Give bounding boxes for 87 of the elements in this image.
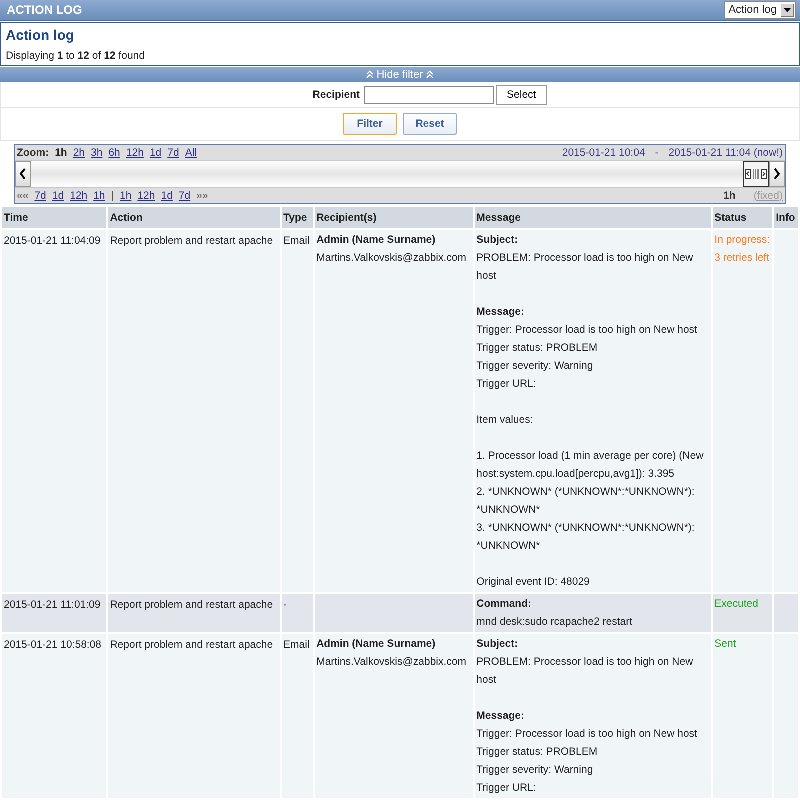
- recipient-input[interactable]: [364, 86, 494, 104]
- zoom-option[interactable]: 12h: [126, 146, 144, 158]
- period-back-link[interactable]: 1h: [94, 190, 106, 202]
- zoom-option[interactable]: 2h: [73, 146, 86, 158]
- select-button[interactable]: Select: [496, 84, 548, 104]
- zoom-option[interactable]: 3h: [91, 146, 103, 158]
- column-header: Type: [282, 207, 313, 228]
- recipient-name: Admin (Name Surname): [316, 233, 437, 248]
- table-cell: Email: [282, 634, 313, 798]
- nav-forward-link[interactable]: »»: [196, 190, 208, 202]
- scroll-right-button[interactable]: [769, 161, 785, 187]
- zoom-option[interactable]: 1d: [150, 146, 162, 158]
- table-cell: -: [282, 594, 313, 632]
- zoom-option[interactable]: 6h: [108, 146, 120, 158]
- message-line: Trigger severity: Warning: [476, 359, 594, 374]
- message-line: Trigger: Processor load is too high on New host: [476, 323, 698, 338]
- double-chevron-up-icon: [426, 70, 434, 79]
- period-back-link[interactable]: 7d: [34, 190, 46, 202]
- table-cell: Report problem and restart apache: [108, 634, 280, 798]
- status-text: 3 retries left: [714, 251, 770, 266]
- status-text: Executed: [714, 597, 760, 612]
- message-line: 2. *UNKNOWN* (*UNKNOWN*:*UNKNOWN*): *UNKNOWN*: [476, 485, 696, 518]
- message-line: Trigger status: PROBLEM: [476, 341, 599, 356]
- zoom-option[interactable]: 7d: [168, 146, 180, 158]
- status-text: Sent: [714, 637, 738, 652]
- message-heading: Subject:: [476, 637, 520, 652]
- recipient-address: Martins.Valkovskis@zabbix.com: [316, 251, 468, 266]
- section-title: Action log: [6, 27, 76, 43]
- period-forward-link[interactable]: 12h: [138, 190, 156, 202]
- message-heading: Subject:: [476, 233, 520, 248]
- message-line: PROBLEM: Processor load is too high on New host: [476, 655, 694, 688]
- scroll-left-button[interactable]: [15, 161, 31, 187]
- range-separator: -: [655, 146, 659, 158]
- table-cell: 2015-01-21 11:04:09: [2, 230, 106, 592]
- message-line: Trigger URL:: [476, 781, 538, 796]
- message-line: PROBLEM: Processor load is too high on New host: [476, 251, 694, 284]
- message-line: 3. *UNKNOWN* (*UNKNOWN*:*UNKNOWN*): *UNKNOWN*: [476, 521, 696, 554]
- table-cell: Report problem and restart apache: [108, 594, 280, 632]
- table-cell: 2015-01-21 10:58:08: [2, 634, 106, 798]
- column-header: Message: [474, 207, 711, 228]
- column-header: Info: [774, 207, 798, 228]
- filter-button[interactable]: Filter: [343, 113, 397, 135]
- chevron-right-icon: [773, 168, 781, 180]
- message-line: Trigger status: PROBLEM: [476, 745, 599, 760]
- recipient-address: Martins.Valkovskis@zabbix.com: [316, 655, 468, 670]
- column-header: Time: [2, 207, 106, 228]
- recipient-label: Recipient: [312, 88, 360, 100]
- column-header: Action: [108, 207, 280, 228]
- table-cell: Report problem and restart apache: [108, 230, 280, 592]
- status-text: In progress:: [714, 233, 770, 248]
- timeline-scroll-handle[interactable]: [743, 161, 769, 187]
- message-line: Trigger severity: Warning: [476, 763, 594, 778]
- message-line: Trigger URL:: [476, 377, 538, 392]
- chevron-left-icon: [19, 168, 27, 180]
- message-line: Original event ID: 48029: [476, 575, 591, 590]
- results-summary: Displaying 1 to 12 of 12 found: [6, 50, 146, 62]
- table-cell: [774, 594, 798, 632]
- message-heading: Message:: [476, 709, 526, 724]
- zoom-label: Zoom:: [17, 146, 50, 158]
- table-cell: 2015-01-21 11:01:09: [2, 594, 106, 632]
- reset-button[interactable]: Reset: [403, 113, 457, 135]
- zoom-option[interactable]: All: [185, 146, 197, 158]
- nav-divider: |: [111, 190, 114, 202]
- message-heading: Message:: [476, 305, 526, 320]
- period-forward-link[interactable]: 1h: [120, 190, 132, 202]
- page-title: ACTION LOG: [7, 3, 84, 17]
- column-header: Status: [712, 207, 772, 228]
- message-line: Trigger: Processor load is too high on New host: [476, 727, 698, 742]
- period-value: 1h: [724, 190, 736, 202]
- dropdown-arrow-icon: [781, 4, 794, 16]
- zoom-option[interactable]: 1h: [55, 146, 68, 158]
- message-line: Item values:: [476, 413, 534, 428]
- message-heading: Command:: [476, 597, 532, 612]
- period-back-link[interactable]: 12h: [70, 190, 88, 202]
- table-cell: Email: [282, 230, 313, 592]
- message-line: mnd desk:sudo rcapache2 restart: [476, 615, 634, 630]
- recipient-name: Admin (Name Surname): [316, 637, 437, 652]
- period-forward-link[interactable]: 7d: [178, 190, 191, 202]
- period-back-link[interactable]: 1d: [52, 190, 64, 202]
- period-forward-link[interactable]: 1d: [161, 190, 173, 202]
- double-chevron-up-icon: [366, 70, 374, 79]
- range-end: 2015-01-21 11:04 (now!): [668, 146, 783, 158]
- range-start: 2015-01-21 10:04: [562, 146, 646, 158]
- column-header: Recipient(s): [314, 207, 473, 228]
- view-select[interactable]: Action log: [724, 1, 796, 19]
- nav-back-link[interactable]: ««: [17, 190, 29, 202]
- message-line: 1. Processor load (1 min average per core) (New host:system.cpu.load[percpu,avg1]): 3.395: [476, 449, 705, 482]
